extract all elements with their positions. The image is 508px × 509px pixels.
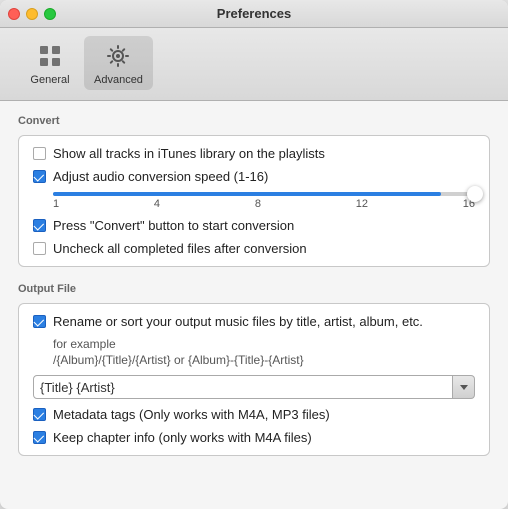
uncheck-completed-checkbox[interactable] — [33, 242, 46, 255]
traffic-lights — [8, 8, 56, 20]
adjust-speed-row: Adjust audio conversion speed (1-16) — [33, 169, 475, 184]
slider-label-1: 1 — [53, 198, 59, 210]
keep-chapter-row: Keep chapter info (only works with M4A f… — [33, 430, 475, 445]
press-convert-label: Press "Convert" button to start conversi… — [53, 218, 294, 233]
output-section-box: Rename or sort your output music files b… — [18, 303, 490, 456]
metadata-tags-checkbox[interactable] — [33, 408, 46, 421]
toolbar-item-general[interactable]: General — [20, 36, 80, 90]
window-title: Preferences — [217, 6, 291, 21]
output-section: Output File Rename or sort your output m… — [18, 283, 490, 456]
show-tracks-checkbox[interactable] — [33, 147, 46, 160]
slider-label-4: 4 — [154, 198, 160, 210]
convert-section-box: Show all tracks in iTunes library on the… — [18, 135, 490, 267]
press-convert-checkbox[interactable] — [33, 219, 46, 232]
speed-slider-section: 1 4 8 12 16 — [53, 192, 475, 210]
example-label: for example — [53, 337, 475, 351]
press-convert-row: Press "Convert" button to start conversi… — [33, 218, 475, 233]
slider-track — [53, 192, 475, 196]
slider-thumb[interactable] — [467, 186, 483, 202]
metadata-tags-label: Metadata tags (Only works with M4A, MP3 … — [53, 407, 330, 422]
titlebar: Preferences — [0, 0, 508, 28]
content-area: Convert Show all tracks in iTunes librar… — [0, 101, 508, 509]
toolbar: General Advanced — [0, 28, 508, 101]
show-tracks-row: Show all tracks in iTunes library on the… — [33, 146, 475, 161]
maximize-button[interactable] — [44, 8, 56, 20]
toolbar-item-advanced[interactable]: Advanced — [84, 36, 153, 90]
metadata-tags-row: Metadata tags (Only works with M4A, MP3 … — [33, 407, 475, 422]
slider-labels: 1 4 8 12 16 — [53, 198, 475, 210]
keep-chapter-label: Keep chapter info (only works with M4A f… — [53, 430, 312, 445]
adjust-speed-label: Adjust audio conversion speed (1-16) — [53, 169, 268, 184]
uncheck-completed-label: Uncheck all completed files after conver… — [53, 241, 307, 256]
adjust-speed-checkbox[interactable] — [33, 170, 46, 183]
slider-label-12: 12 — [356, 198, 368, 210]
format-dropdown-button[interactable] — [453, 375, 475, 399]
rename-checkbox[interactable] — [33, 315, 46, 328]
advanced-icon — [102, 40, 134, 72]
close-button[interactable] — [8, 8, 20, 20]
slider-fill — [53, 192, 441, 196]
uncheck-completed-row: Uncheck all completed files after conver… — [33, 241, 475, 256]
rename-checkbox-area — [33, 314, 46, 328]
format-input[interactable] — [33, 375, 453, 399]
convert-section: Convert Show all tracks in iTunes librar… — [18, 115, 490, 267]
slider-container — [53, 192, 475, 196]
convert-section-header: Convert — [18, 115, 490, 127]
general-icon — [34, 40, 66, 72]
advanced-label: Advanced — [94, 74, 143, 86]
keep-chapter-checkbox[interactable] — [33, 431, 46, 444]
preferences-window: Preferences General — [0, 0, 508, 509]
minimize-button[interactable] — [26, 8, 38, 20]
rename-label: Rename or sort your output music files b… — [53, 314, 423, 329]
slider-label-8: 8 — [255, 198, 261, 210]
example-path: /{Album}/{Title}/{Artist} or {Album}-{Ti… — [53, 353, 475, 367]
output-section-header: Output File — [18, 283, 490, 295]
general-label: General — [30, 74, 69, 86]
format-input-row — [33, 375, 475, 399]
rename-row: Rename or sort your output music files b… — [33, 314, 475, 333]
show-tracks-label: Show all tracks in iTunes library on the… — [53, 146, 325, 161]
dropdown-arrow-icon — [460, 385, 468, 390]
